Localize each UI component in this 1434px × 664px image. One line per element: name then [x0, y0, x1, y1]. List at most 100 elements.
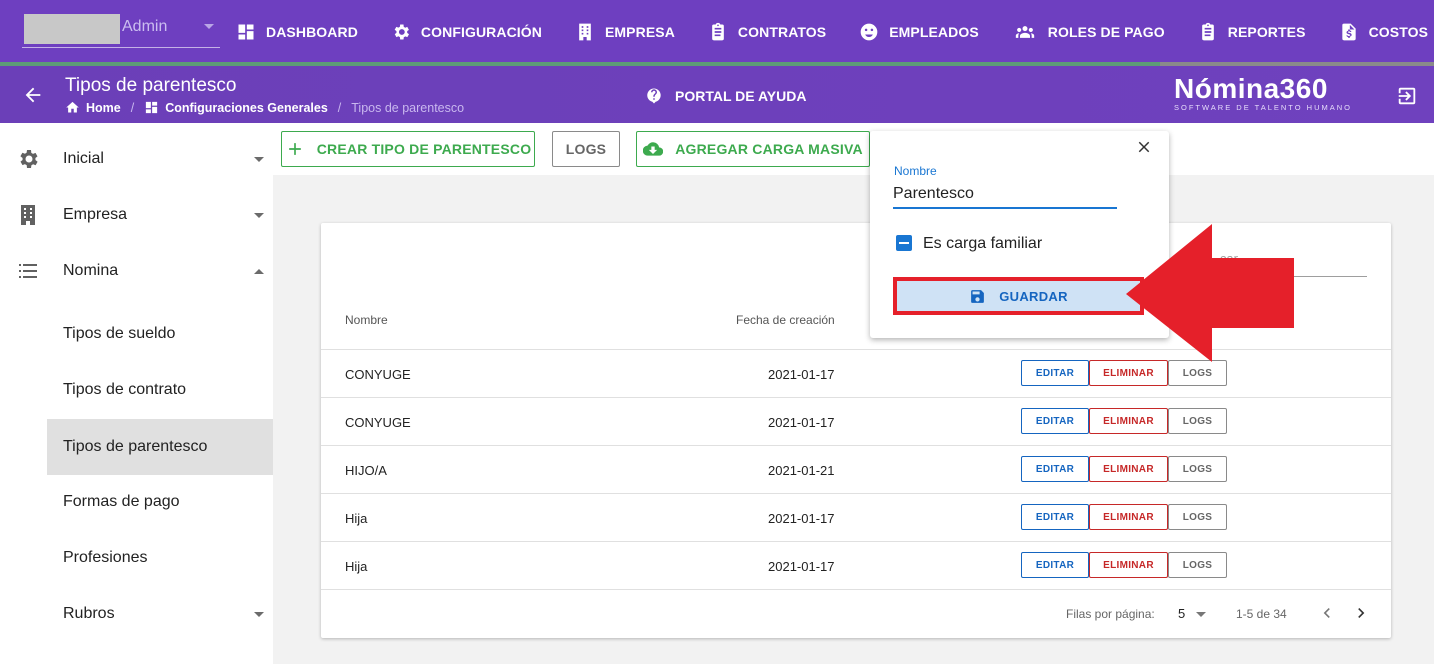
face-icon: [860, 23, 878, 41]
sidebar-item-nomina[interactable]: Nomina: [0, 243, 273, 299]
delete-button[interactable]: ELIMINAR: [1089, 504, 1168, 530]
sidebar-item-tipos-de-sueldo[interactable]: Tipos de sueldo: [0, 306, 273, 362]
button-label: GUARDAR: [999, 288, 1068, 304]
cell-fecha: 2021-01-17: [768, 367, 835, 382]
page-header: Tipos de parentesco Home / Configuracion…: [0, 66, 1434, 123]
chevron-down-icon: [254, 611, 264, 617]
building-icon: [579, 23, 591, 41]
breadcrumb-home[interactable]: Home: [65, 100, 121, 115]
avatar: [24, 14, 120, 44]
edit-button[interactable]: EDITAR: [1021, 408, 1089, 434]
page-title: Tipos de parentesco: [65, 75, 237, 96]
row-logs-button[interactable]: LOGS: [1168, 408, 1227, 434]
delete-button[interactable]: ELIMINAR: [1089, 552, 1168, 578]
file-dollar-icon: [1341, 23, 1356, 41]
breadcrumb-label: Configuraciones Generales: [165, 100, 328, 115]
table-row: Hija 2021-01-17 EDITAR ELIMINAR LOGS: [321, 541, 1391, 589]
row-logs-button[interactable]: LOGS: [1168, 456, 1227, 482]
cell-nombre: CONYUGE: [345, 415, 411, 430]
chevron-right-icon[interactable]: [1351, 603, 1371, 623]
cell-nombre: Hija: [345, 511, 368, 526]
red-arrow-annotation: [1126, 224, 1294, 362]
breadcrumb-separator: /: [337, 100, 342, 115]
nav-configuracion[interactable]: CONFIGURACIÓN: [391, 22, 542, 42]
breadcrumb-config[interactable]: Configuraciones Generales: [144, 100, 328, 115]
close-icon[interactable]: [1135, 138, 1153, 156]
edit-button[interactable]: EDITAR: [1021, 504, 1089, 530]
help-label: PORTAL DE AYUDA: [675, 88, 807, 104]
sidebar-item-label: Tipos de sueldo: [63, 325, 176, 342]
nav-label: CONFIGURACIÓN: [420, 24, 542, 40]
logout-icon[interactable]: [1396, 85, 1418, 107]
floppy-disk-icon: [971, 289, 985, 303]
sidebar-item-label: Tipos de parentesco: [63, 438, 208, 455]
save-button[interactable]: GUARDAR: [897, 281, 1140, 311]
top-navbar: Admin DASHBOARD CONFIGURACIÓN EMPRESA CO…: [0, 0, 1434, 64]
logs-button[interactable]: LOGS: [552, 131, 620, 167]
table-row: HIJO/A 2021-01-21 EDITAR ELIMINAR LOGS: [321, 445, 1391, 493]
gear-icon: [394, 24, 409, 40]
sidebar-item-tipos-de-contrato[interactable]: Tipos de contrato: [0, 362, 273, 418]
sidebar-item-rubros[interactable]: Rubros: [0, 586, 273, 642]
nav-costos[interactable]: COSTOS: [1339, 22, 1428, 42]
nav-reportes[interactable]: REPORTES: [1198, 22, 1306, 42]
table-row: Hija 2021-01-17 EDITAR ELIMINAR LOGS: [321, 493, 1391, 541]
cell-nombre: CONYUGE: [345, 367, 411, 382]
column-header-fecha[interactable]: Fecha de creación: [736, 313, 835, 327]
cell-nombre: Hija: [345, 559, 368, 574]
chevron-left-icon[interactable]: [1317, 603, 1337, 623]
row-logs-button[interactable]: LOGS: [1168, 504, 1227, 530]
cell-fecha: 2021-01-17: [768, 415, 835, 430]
dashboard-icon: [146, 101, 158, 114]
nav-contratos[interactable]: CONTRATOS: [708, 22, 826, 42]
delete-button[interactable]: ELIMINAR: [1089, 456, 1168, 482]
delete-button[interactable]: ELIMINAR: [1089, 408, 1168, 434]
clipboard-icon: [712, 22, 724, 41]
list-icon: [19, 264, 37, 278]
user-menu[interactable]: Admin: [22, 14, 220, 48]
pagination-range: 1-5 de 34: [1236, 607, 1287, 621]
sidebar-item-profesiones[interactable]: Profesiones: [0, 530, 273, 586]
sidebar-item-tipos-de-parentesco[interactable]: Tipos de parentesco: [47, 419, 273, 475]
nav-dashboard[interactable]: DASHBOARD: [236, 22, 358, 42]
brand-logo: Nómina360 SOFTWARE DE TALENTO HUMANO: [1174, 73, 1352, 112]
nav-empresa[interactable]: EMPRESA: [575, 22, 675, 42]
breadcrumb-separator: /: [130, 100, 135, 115]
name-field-label: Nombre: [894, 164, 937, 178]
sidebar-item-label: Empresa: [63, 206, 128, 223]
nav-roles-de-pago[interactable]: ROLES DE PAGO: [1012, 22, 1165, 42]
sidebar-item-inicial[interactable]: Inicial: [0, 131, 273, 187]
column-header-nombre[interactable]: Nombre: [345, 313, 388, 327]
chevron-down-icon[interactable]: [1196, 612, 1206, 617]
nav-label: ROLES DE PAGO: [1047, 24, 1165, 40]
plus-icon: [288, 143, 301, 155]
edit-button[interactable]: EDITAR: [1021, 360, 1089, 386]
nav-label: DASHBOARD: [266, 24, 358, 40]
create-parentesco-button[interactable]: CREAR TIPO DE PARENTESCO: [281, 131, 535, 167]
back-arrow-icon[interactable]: [22, 84, 44, 106]
clipboard-icon: [1201, 22, 1214, 41]
rows-per-page-select[interactable]: 5: [1178, 606, 1185, 621]
help-portal-link[interactable]: PORTAL DE AYUDA: [645, 87, 806, 105]
bulk-upload-button[interactable]: AGREGAR CARGA MASIVA: [636, 131, 870, 167]
row-logs-button[interactable]: LOGS: [1168, 552, 1227, 578]
family-load-checkbox[interactable]: [896, 235, 912, 251]
nav-empleados[interactable]: EMPLEADOS: [859, 22, 979, 42]
home-icon: [66, 101, 79, 113]
main-nav: DASHBOARD CONFIGURACIÓN EMPRESA CONTRATO…: [236, 0, 1434, 64]
sidebar-item-formas-de-pago[interactable]: Formas de pago: [0, 474, 273, 530]
dashboard-icon: [238, 24, 254, 40]
chevron-down-icon: [254, 212, 264, 218]
user-name: Admin: [122, 18, 168, 35]
gear-icon: [20, 150, 38, 168]
sidebar-item-label: Rubros: [63, 605, 115, 622]
edit-button[interactable]: EDITAR: [1021, 456, 1089, 482]
table-pagination: Filas por página: 5 1-5 de 34: [321, 589, 1391, 638]
cloud-download-icon: [643, 142, 664, 156]
name-field[interactable]: [893, 181, 1117, 209]
edit-button[interactable]: EDITAR: [1021, 552, 1089, 578]
sidebar-item-label: Profesiones: [63, 549, 148, 566]
cell-fecha: 2021-01-21: [768, 463, 835, 478]
sidebar-item-empresa[interactable]: Empresa: [0, 187, 273, 243]
nav-label: REPORTES: [1227, 24, 1306, 40]
